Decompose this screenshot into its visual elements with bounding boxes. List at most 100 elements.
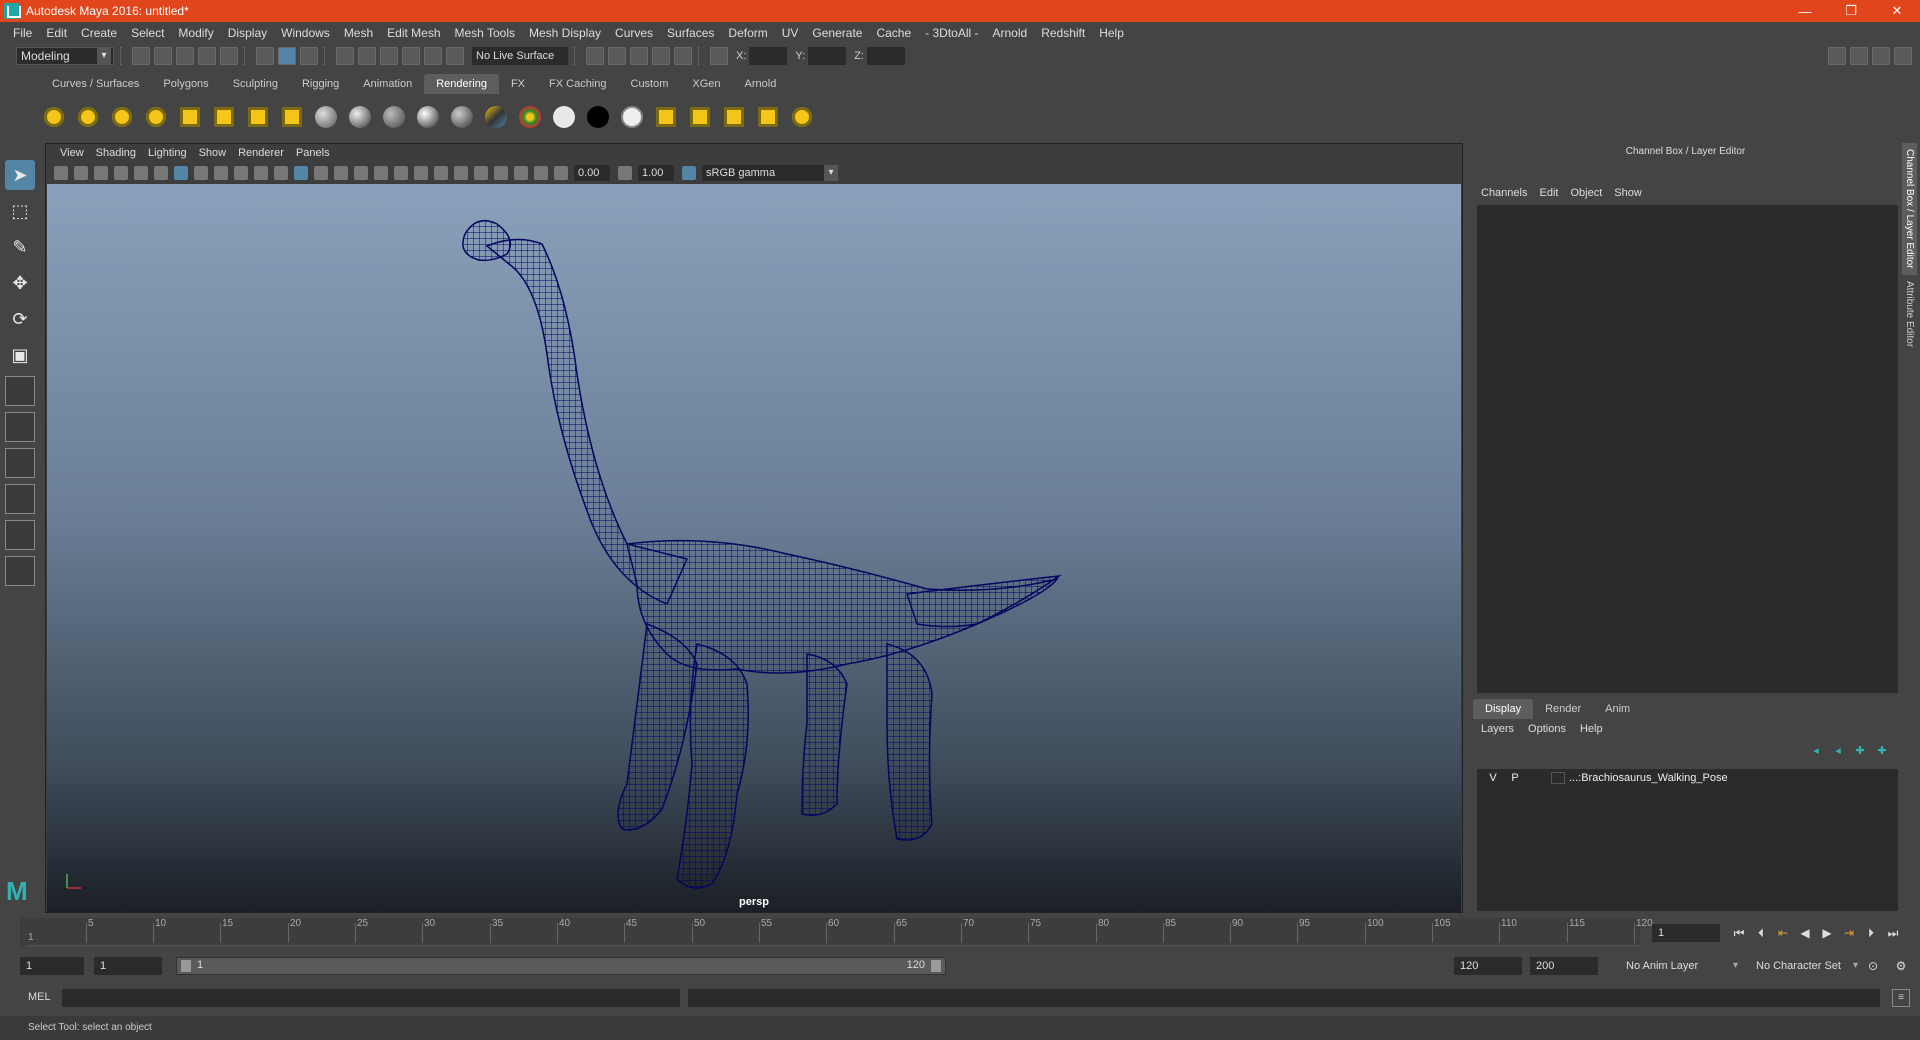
shelf-tab-sculpting[interactable]: Sculpting [221,74,290,94]
layers-menu[interactable]: Layers [1481,723,1514,735]
modeling-toolkit-icon[interactable] [1828,47,1846,65]
time-slider-track[interactable]: 1 5 10 15 20 25 30 35 40 45 50 55 60 65 70 75 80 85 90 95 1… [28,918,1653,946]
range-start-handle[interactable] [181,960,191,972]
menu-display[interactable]: Display [221,26,274,40]
menu-mesh-tools[interactable]: Mesh Tools [448,26,522,40]
wireframe-icon[interactable] [294,166,308,180]
snap-grid-icon[interactable] [336,47,354,65]
camera-attributes-icon[interactable] [74,166,88,180]
backface-culling-icon[interactable] [534,166,548,180]
four-view-layout-icon[interactable] [5,412,35,442]
select-camera-icon[interactable] [54,166,68,180]
image-plane-icon[interactable] [114,166,128,180]
menuset-dropdown[interactable]: Modeling [16,47,114,65]
viewport-menu-shading[interactable]: Shading [90,147,142,159]
layer-visibility-toggle[interactable]: V [1485,771,1501,785]
safe-action-icon[interactable] [274,166,288,180]
lambert-shader-icon[interactable] [380,103,408,131]
snap-surface-icon[interactable] [424,47,442,65]
field-chart-icon[interactable] [254,166,268,180]
select-hierarchy-icon[interactable] [256,47,274,65]
new-layer-icon[interactable]: ✚ [1852,745,1868,757]
menu-mesh[interactable]: Mesh [337,26,380,40]
surface-shader-icon[interactable] [618,103,646,131]
camera-icon[interactable] [244,103,272,131]
viewport-menu-renderer[interactable]: Renderer [232,147,290,159]
snap-point-icon[interactable] [380,47,398,65]
hypershade-icon[interactable] [674,47,692,65]
character-set-dropdown[interactable]: No Character Set [1752,957,1860,975]
color-management-icon[interactable] [682,166,696,180]
menu-create[interactable]: Create [74,26,124,40]
view-transform-dropdown[interactable]: sRGB gamma [702,165,838,181]
bookmark-icon[interactable] [94,166,108,180]
menu-help[interactable]: Help [1092,26,1131,40]
scale-tool-icon[interactable]: ▣ [5,340,35,370]
hypershade-layout-icon[interactable] [5,520,35,550]
render-current-frame-icon[interactable] [608,47,626,65]
snap-view-plane-icon[interactable] [402,47,420,65]
paint-select-icon[interactable]: ✎ [5,232,35,262]
shelf-options-icon[interactable] [0,72,40,94]
save-scene-icon[interactable] [176,47,194,65]
side-tab-attribute-editor[interactable]: Attribute Editor [1902,275,1917,353]
menu-curves[interactable]: Curves [608,26,660,40]
gamma-icon[interactable] [618,166,632,180]
volume-light-icon[interactable] [210,103,238,131]
grid-icon[interactable] [174,166,188,180]
use-all-lights-icon[interactable] [374,166,388,180]
menu-3dtoall[interactable]: - 3DtoAll - [918,26,985,40]
grease-pencil-icon[interactable] [154,166,168,180]
xray-icon[interactable] [494,166,508,180]
brachiosaurus-wireframe-model[interactable] [47,184,1461,912]
y-field[interactable] [808,47,847,65]
gamma-field[interactable]: 1.00 [638,165,674,181]
layer-tab-anim[interactable]: Anim [1593,699,1642,719]
menu-select[interactable]: Select [124,26,171,40]
select-tool-icon[interactable]: ➤ [5,160,35,190]
show-menu[interactable]: Show [1614,187,1650,199]
x-field[interactable] [749,47,788,65]
menu-edit[interactable]: Edit [39,26,74,40]
film-gate-icon[interactable] [194,166,208,180]
anti-aliasing-icon[interactable] [454,166,468,180]
viewport-menu-lighting[interactable]: Lighting [142,147,193,159]
script-language-label[interactable]: MEL [28,991,51,1003]
layer-tab-render[interactable]: Render [1533,699,1593,719]
shelf-tab-arnold[interactable]: Arnold [733,74,789,94]
range-end-handle[interactable] [931,960,941,972]
transform-mode-icon[interactable] [710,47,728,65]
motion-blur-icon[interactable] [434,166,448,180]
channels-menu[interactable]: Channels [1481,187,1535,199]
viewport-menu-panels[interactable]: Panels [290,147,336,159]
snap-curve-icon[interactable] [358,47,376,65]
render-target-icon[interactable] [788,103,816,131]
menu-deform[interactable]: Deform [721,26,774,40]
anim-layer-dropdown[interactable]: No Anim Layer [1622,957,1740,975]
exposure-icon[interactable] [554,166,568,180]
side-tab-channel-box[interactable]: Channel Box / Layer Editor [1902,143,1917,275]
shelf-tab-animation[interactable]: Animation [351,74,424,94]
viewport-menu-view[interactable]: View [54,147,90,159]
isolate-select-icon[interactable] [474,166,488,180]
layer-tab-display[interactable]: Display [1473,699,1534,719]
wireframe-on-shaded-icon[interactable] [334,166,348,180]
current-frame-field[interactable]: 1 [1652,924,1720,942]
perspective-viewport[interactable]: persp [47,184,1461,912]
anisotropic-shader-icon[interactable] [482,103,510,131]
standard-surface-icon[interactable] [312,103,340,131]
channel-box-icon[interactable] [1894,47,1912,65]
shelf-tab-custom[interactable]: Custom [619,74,681,94]
select-component-icon[interactable] [300,47,318,65]
area-light-icon[interactable] [176,103,204,131]
script-editor-icon[interactable]: ≡ [1892,989,1910,1007]
menu-uv[interactable]: UV [775,26,806,40]
options-menu[interactable]: Options [1528,723,1566,735]
outliner-layout-icon[interactable] [5,448,35,478]
layer-display-type[interactable] [1529,771,1545,785]
auto-key-icon[interactable]: ⊙ [1862,957,1884,975]
viewport-menu-show[interactable]: Show [193,147,233,159]
layer-name[interactable]: ...:Brachiosaurus_Walking_Pose [1569,772,1728,784]
menu-mesh-display[interactable]: Mesh Display [522,26,608,40]
go-to-start-icon[interactable]: ⏮ [1728,924,1750,942]
